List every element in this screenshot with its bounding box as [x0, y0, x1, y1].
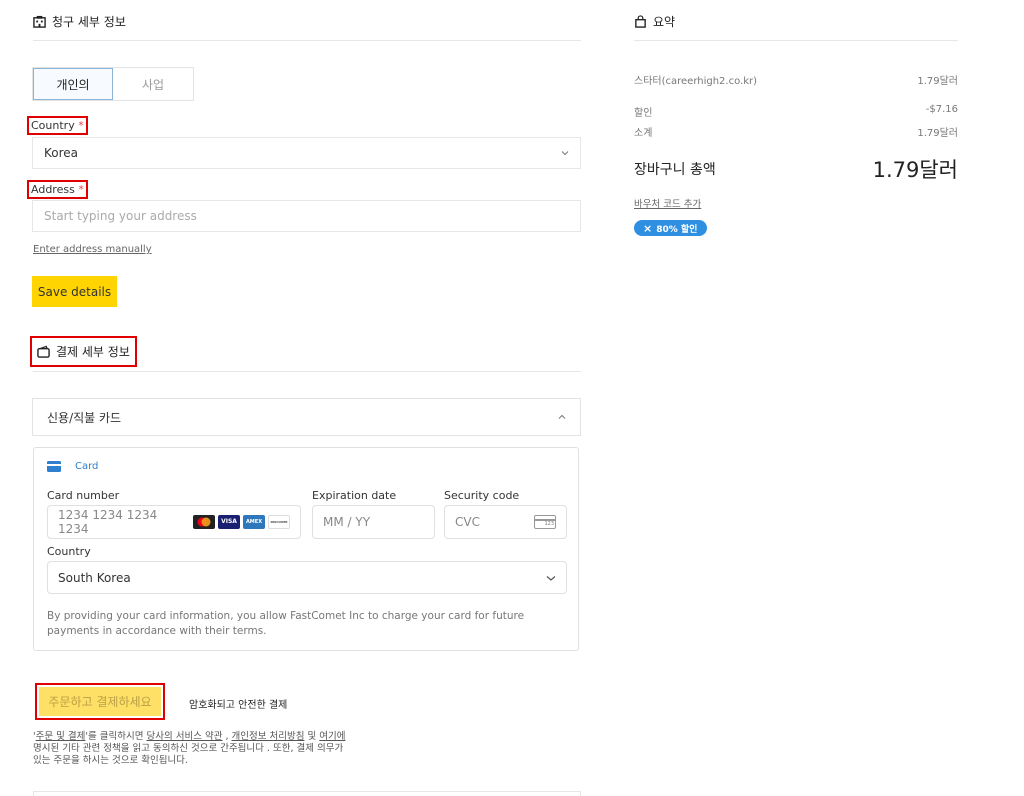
card-tab-label: Card: [75, 461, 99, 472]
expiry-input[interactable]: MM / YY: [312, 505, 435, 539]
amex-icon: AMEX: [243, 515, 265, 529]
required-mark: *: [78, 183, 84, 196]
card-country-value: South Korea: [58, 570, 131, 585]
tab-business[interactable]: 사업: [113, 68, 193, 100]
discover-icon: DISCOVER: [268, 515, 290, 529]
other-policies-link[interactable]: 여기에: [319, 731, 345, 742]
chevron-down-icon: [561, 151, 569, 156]
wallet-icon: [37, 345, 50, 358]
summary-item-price: 1.79달러: [917, 76, 958, 87]
address-label: Address *: [27, 180, 88, 199]
coupon-badge: × 80% 할인: [634, 220, 708, 236]
chevron-down-icon: [546, 575, 556, 581]
cart-total-value: 1.79달러: [872, 158, 958, 182]
coupon-badge-label: 80% 할인: [656, 224, 698, 235]
visa-icon: VISA: [218, 515, 240, 529]
card-tab[interactable]: Card: [47, 461, 98, 472]
shopping-bag-icon: [635, 15, 646, 28]
mastercard-icon: [193, 515, 215, 529]
remove-coupon-icon[interactable]: ×: [643, 222, 652, 235]
stripe-card-element: Card Card number 1234 1234 1234 1234 VIS…: [33, 447, 579, 651]
billing-title: 청구 세부 정보: [52, 15, 126, 29]
divider: [33, 371, 581, 372]
cvc-placeholder: CVC: [455, 515, 480, 529]
summary-discount-label: 할인: [634, 108, 653, 119]
summary-discount-value: -$7.16: [925, 104, 958, 115]
next-panel-edge: [33, 791, 581, 796]
card-number-label: Card number: [47, 489, 120, 502]
summary-title: 요약: [653, 15, 676, 29]
terms-of-service-link[interactable]: 당사의 서비스 약관: [146, 731, 222, 742]
address-placeholder: Start typing your address: [44, 209, 197, 223]
country-select[interactable]: Korea: [32, 137, 581, 169]
payment-title: 결제 세부 정보: [56, 345, 130, 359]
tab-personal[interactable]: 개인의: [33, 68, 113, 100]
divider: [634, 40, 958, 41]
order-button-highlight: 주문하고 결제하세요: [35, 683, 165, 720]
summary-subtotal-row: 소계 1.79달러: [634, 124, 958, 139]
order-terms: '주문 및 결제'를 클릭하시면 당사의 서비스 약관 , 개인정보 처리방침 …: [33, 731, 346, 766]
summary-subtotal-label: 소계: [634, 128, 653, 139]
secure-payment-label: 암호화되고 안전한 결제: [189, 700, 288, 711]
card-brands: VISA AMEX DISCOVER: [190, 515, 290, 529]
add-voucher-link[interactable]: 바우처 코드 추가: [634, 196, 701, 210]
privacy-policy-link[interactable]: 개인정보 처리방침: [232, 731, 305, 742]
cvc-card-icon: 123: [534, 515, 556, 529]
summary-item-row: 스타터(careerhigh2.co.kr) 1.79달러: [634, 72, 958, 87]
cvc-input[interactable]: CVC 123: [444, 505, 567, 539]
summary-total-row: 장바구니 총액 1.79달러: [634, 154, 958, 184]
card-number-input[interactable]: 1234 1234 1234 1234 VISA AMEX DISCOVER: [47, 505, 301, 539]
card-country-label: Country: [47, 545, 91, 558]
card-country-select[interactable]: South Korea: [47, 561, 567, 594]
divider: [33, 40, 581, 41]
card-authorization-notice: By providing your card information, you …: [47, 610, 525, 637]
summary-section-header: 요약: [634, 13, 675, 30]
expiry-placeholder: MM / YY: [323, 515, 371, 529]
cvc-label: Security code: [444, 489, 520, 502]
summary-subtotal-value: 1.79달러: [917, 128, 958, 139]
enter-address-manually-link[interactable]: Enter address manually: [33, 244, 152, 255]
credit-card-icon: [47, 461, 61, 472]
expiry-label: Expiration date: [312, 489, 397, 502]
customer-type-tabs: 개인의 사업: [32, 67, 194, 101]
place-order-button[interactable]: 주문하고 결제하세요: [39, 687, 161, 716]
save-details-button[interactable]: Save details: [32, 276, 117, 307]
payment-section-header: 결제 세부 정보: [30, 336, 137, 367]
address-input[interactable]: Start typing your address: [32, 200, 581, 232]
order-payment-link[interactable]: 주문 및 결제: [36, 731, 86, 742]
card-method-title: 신용/직불 카드: [47, 410, 122, 425]
card-number-placeholder: 1234 1234 1234 1234: [58, 508, 158, 536]
required-mark: *: [78, 119, 84, 132]
summary-item-name: 스타터(careerhigh2.co.kr): [634, 76, 758, 87]
billing-section-header: 청구 세부 정보: [33, 13, 126, 30]
country-label: Country *: [27, 116, 88, 135]
country-value: Korea: [44, 146, 79, 160]
cart-total-label: 장바구니 총액: [634, 162, 716, 178]
card-method-accordion[interactable]: 신용/직불 카드: [32, 398, 581, 436]
building-icon: [33, 15, 46, 28]
summary-discount-row: 할인 -$7.16: [634, 104, 958, 119]
chevron-up-icon: [558, 414, 566, 419]
